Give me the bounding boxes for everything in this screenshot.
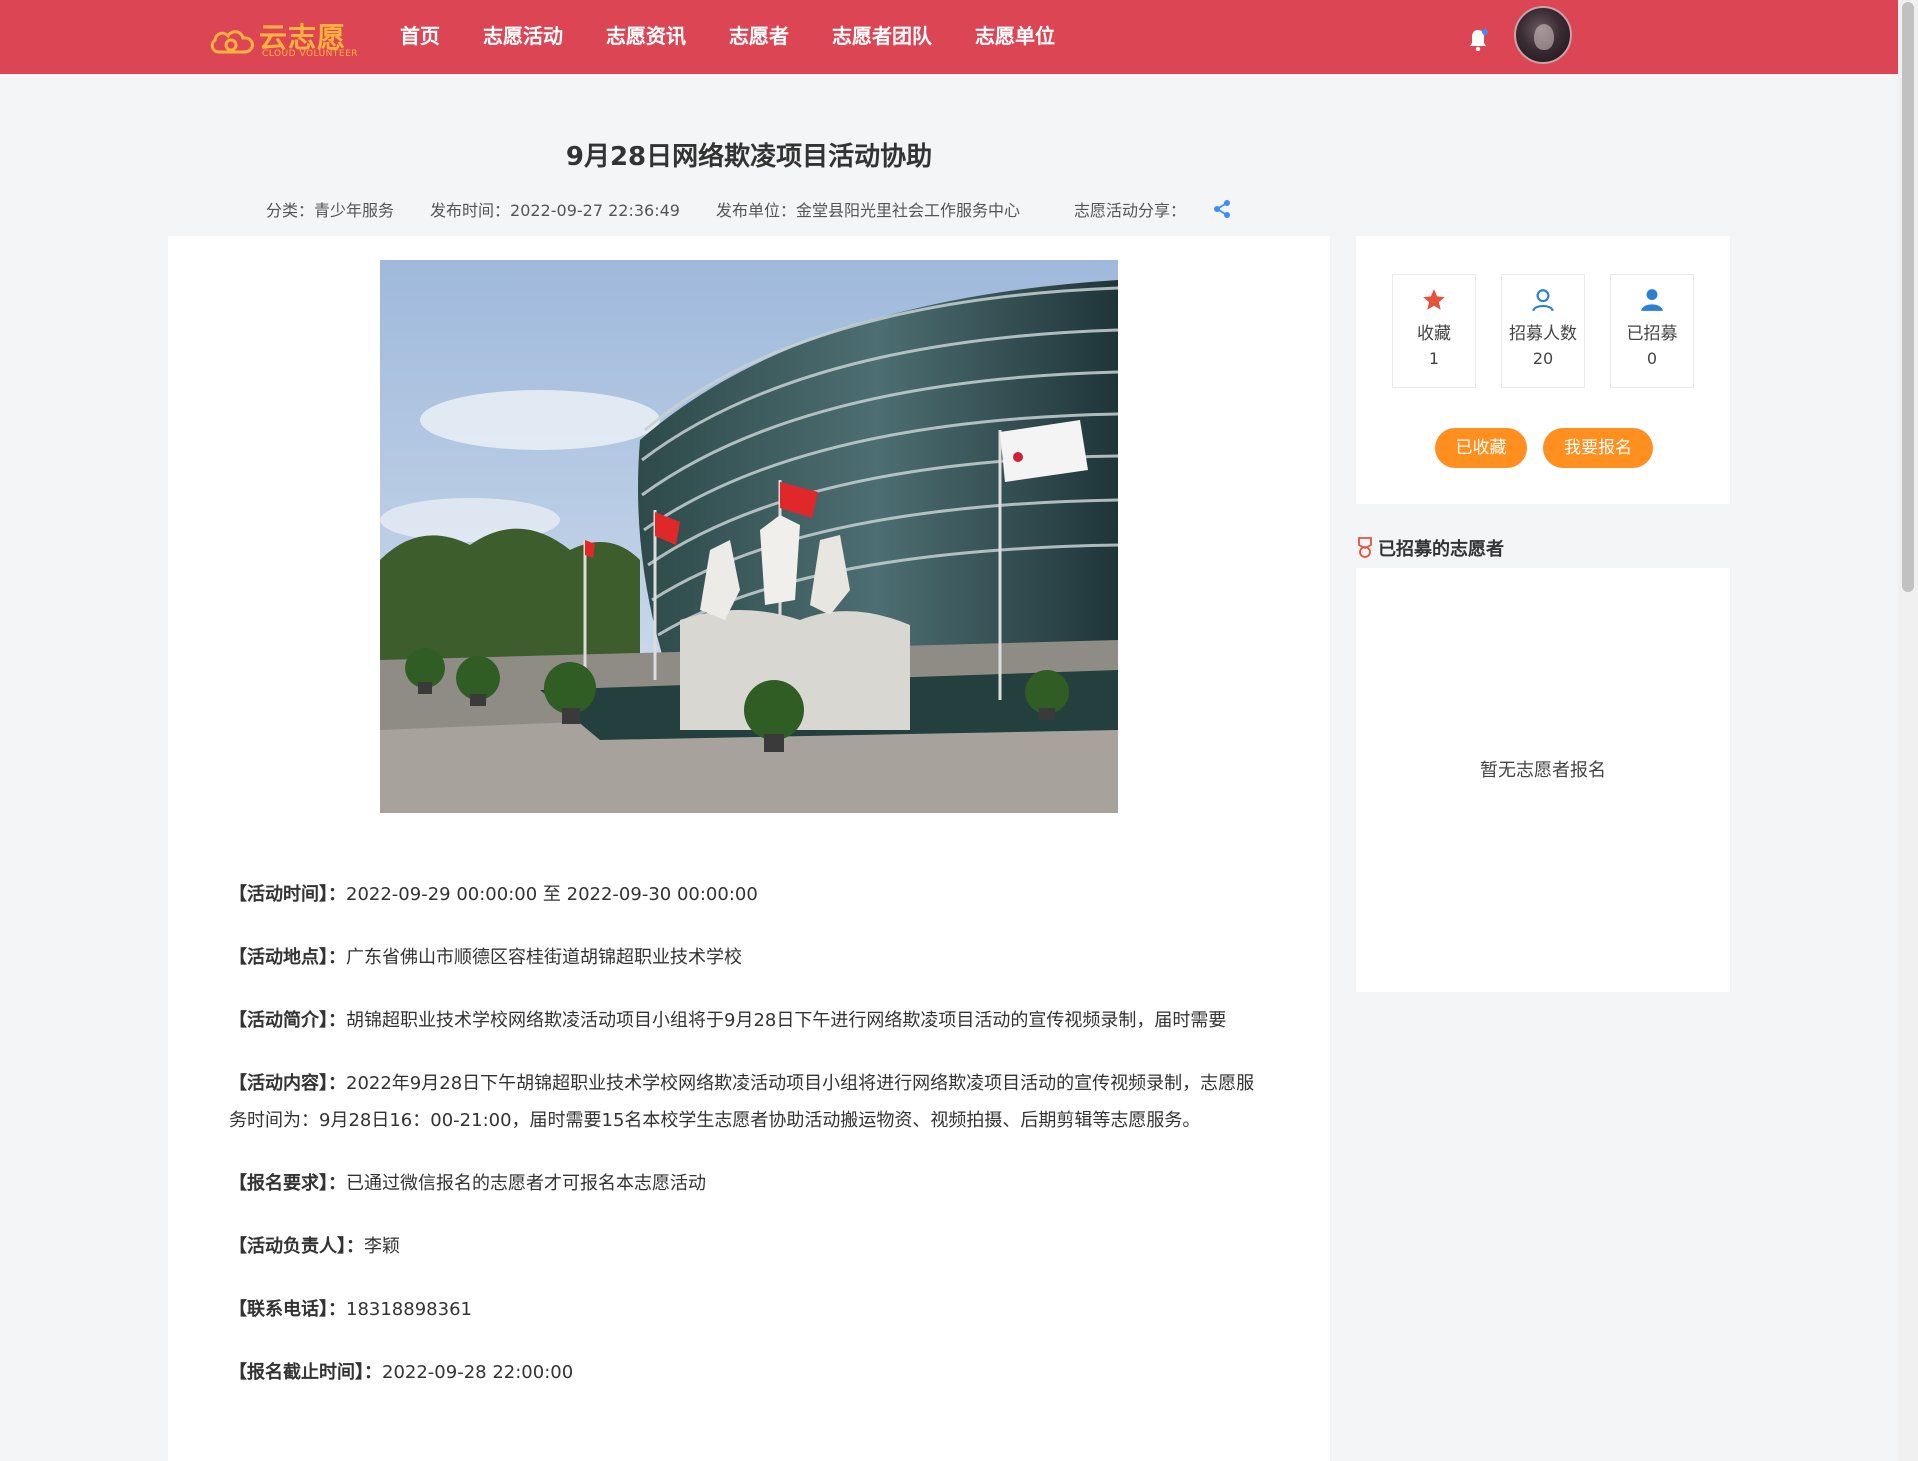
detail-value: 2022-09-28 22:00:00	[382, 1362, 574, 1383]
detail-label: 【联系电话】：	[229, 1299, 346, 1320]
user-filled-icon	[1641, 289, 1663, 311]
bell-icon[interactable]	[1466, 28, 1490, 52]
detail-value: 胡锦超职业技术学校网络欺凌活动项目小组将于9月28日下午进行网络欺凌项目活动的宣…	[346, 1010, 1227, 1031]
nav-volunteers[interactable]: 志愿者	[729, 0, 789, 74]
favorite-count: 1	[1428, 349, 1440, 368]
empty-state-text: 暂无志愿者报名	[1480, 760, 1606, 781]
recruit-target-label: 招募人数	[1509, 324, 1577, 344]
publish-time: 发布时间：2022-09-27 22:36:49	[430, 201, 680, 220]
signup-button[interactable]: 我要报名	[1543, 428, 1653, 468]
detail-value: 广东省佛山市顺德区容桂街道胡锦超职业技术学校	[346, 947, 742, 968]
recruited-volunteers-list: 暂无志愿者报名	[1356, 568, 1730, 992]
nav-organizations[interactable]: 志愿单位	[975, 0, 1055, 74]
detail-value: 2022年9月28日下午胡锦超职业技术学校网络欺凌活动项目小组将进行网络欺凌项目…	[229, 1073, 1255, 1131]
detail-value: 李颖	[364, 1236, 400, 1257]
share-label: 志愿活动分享：	[1073, 201, 1186, 220]
recruit-target-stat: 招募人数 20	[1501, 274, 1585, 388]
detail-label: 【活动地点】：	[229, 947, 346, 968]
detail-value: 2022-09-29 00:00:00 至 2022-09-30 00:00:0…	[346, 884, 758, 905]
detail-content: 【活动内容】：2022年9月28日下午胡锦超职业技术学校网络欺凌活动项目小组将进…	[229, 1065, 1269, 1139]
article-meta: 分类：青少年服务 发布时间：2022-09-27 22:36:49 发布单位：金…	[168, 197, 1330, 221]
star-icon	[1423, 289, 1445, 310]
recruited-volunteers-header: 已招募的志愿者	[1356, 528, 1730, 568]
recruit-target-count: 20	[1532, 349, 1554, 368]
detail-intro: 【活动简介】：胡锦超职业技术学校网络欺凌活动项目小组将于9月28日下午进行网络欺…	[229, 1002, 1269, 1039]
main-nav: 首页 志愿活动 志愿资讯 志愿者 志愿者团队 志愿单位	[400, 0, 1098, 74]
main-content: 【活动时间】：2022-09-29 00:00:00 至 2022-09-30 …	[168, 236, 1330, 1461]
medal-icon	[1358, 537, 1372, 558]
detail-location: 【活动地点】：广东省佛山市顺德区容桂街道胡锦超职业技术学校	[229, 939, 1269, 976]
nav-home[interactable]: 首页	[400, 0, 440, 74]
share-icon[interactable]	[1212, 199, 1232, 219]
detail-label: 【报名截止时间】：	[229, 1362, 382, 1383]
nav-teams[interactable]: 志愿者团队	[832, 0, 932, 74]
favorite-label: 收藏	[1417, 324, 1451, 344]
detail-label: 【活动内容】：	[229, 1073, 346, 1094]
recruited-count: 0	[1646, 349, 1658, 368]
scrollbar-thumb[interactable]	[1902, 2, 1914, 592]
share: 志愿活动分享：	[1056, 197, 1232, 221]
detail-deadline: 【报名截止时间】：2022-09-28 22:00:00	[229, 1354, 1269, 1391]
detail-label: 【报名要求】：	[229, 1173, 346, 1194]
activity-details: 【活动时间】：2022-09-29 00:00:00 至 2022-09-30 …	[229, 876, 1269, 1417]
logo-subtext: CLOUD VOLUNTEER	[262, 49, 359, 59]
page-title: 9月28日网络欺凌项目活动协助	[565, 142, 933, 172]
detail-time: 【活动时间】：2022-09-29 00:00:00 至 2022-09-30 …	[229, 876, 1269, 913]
nav-news[interactable]: 志愿资讯	[606, 0, 686, 74]
nav-activities[interactable]: 志愿活动	[483, 0, 563, 74]
recruited-volunteers-title: 已招募的志愿者	[1378, 539, 1504, 560]
top-navbar: 云志愿 CLOUD VOLUNTEER 首页 志愿活动 志愿资讯 志愿者 志愿者…	[0, 0, 1898, 74]
stats-card: 收藏 1 招募人数 20 已招募 0 已收藏 我要报名	[1356, 236, 1730, 504]
detail-phone: 【联系电话】：18318898361	[229, 1291, 1269, 1328]
recruited-label: 已招募	[1626, 324, 1678, 344]
activity-photo	[380, 260, 1118, 813]
cloud-logo-icon	[210, 30, 254, 54]
detail-requirements: 【报名要求】：已通过微信报名的志愿者才可报名本志愿活动	[229, 1165, 1269, 1202]
detail-value: 已通过微信报名的志愿者才可报名本志愿活动	[346, 1173, 706, 1194]
detail-label: 【活动简介】：	[229, 1010, 346, 1031]
recruited-stat: 已招募 0	[1610, 274, 1694, 388]
detail-value: 18318898361	[346, 1299, 472, 1320]
favorited-button[interactable]: 已收藏	[1435, 428, 1527, 468]
detail-contact-person: 【活动负责人】：李颖	[229, 1228, 1269, 1265]
logo[interactable]: 云志愿 CLOUD VOLUNTEER	[209, 16, 359, 62]
publisher: 发布单位：金堂县阳光里社会工作服务中心	[715, 201, 1020, 220]
avatar[interactable]	[1514, 6, 1572, 64]
category: 分类：青少年服务	[266, 201, 395, 220]
detail-label: 【活动负责人】：	[229, 1236, 364, 1257]
user-outline-icon	[1532, 289, 1554, 312]
detail-label: 【活动时间】：	[229, 884, 346, 905]
favorite-stat: 收藏 1	[1392, 274, 1476, 388]
